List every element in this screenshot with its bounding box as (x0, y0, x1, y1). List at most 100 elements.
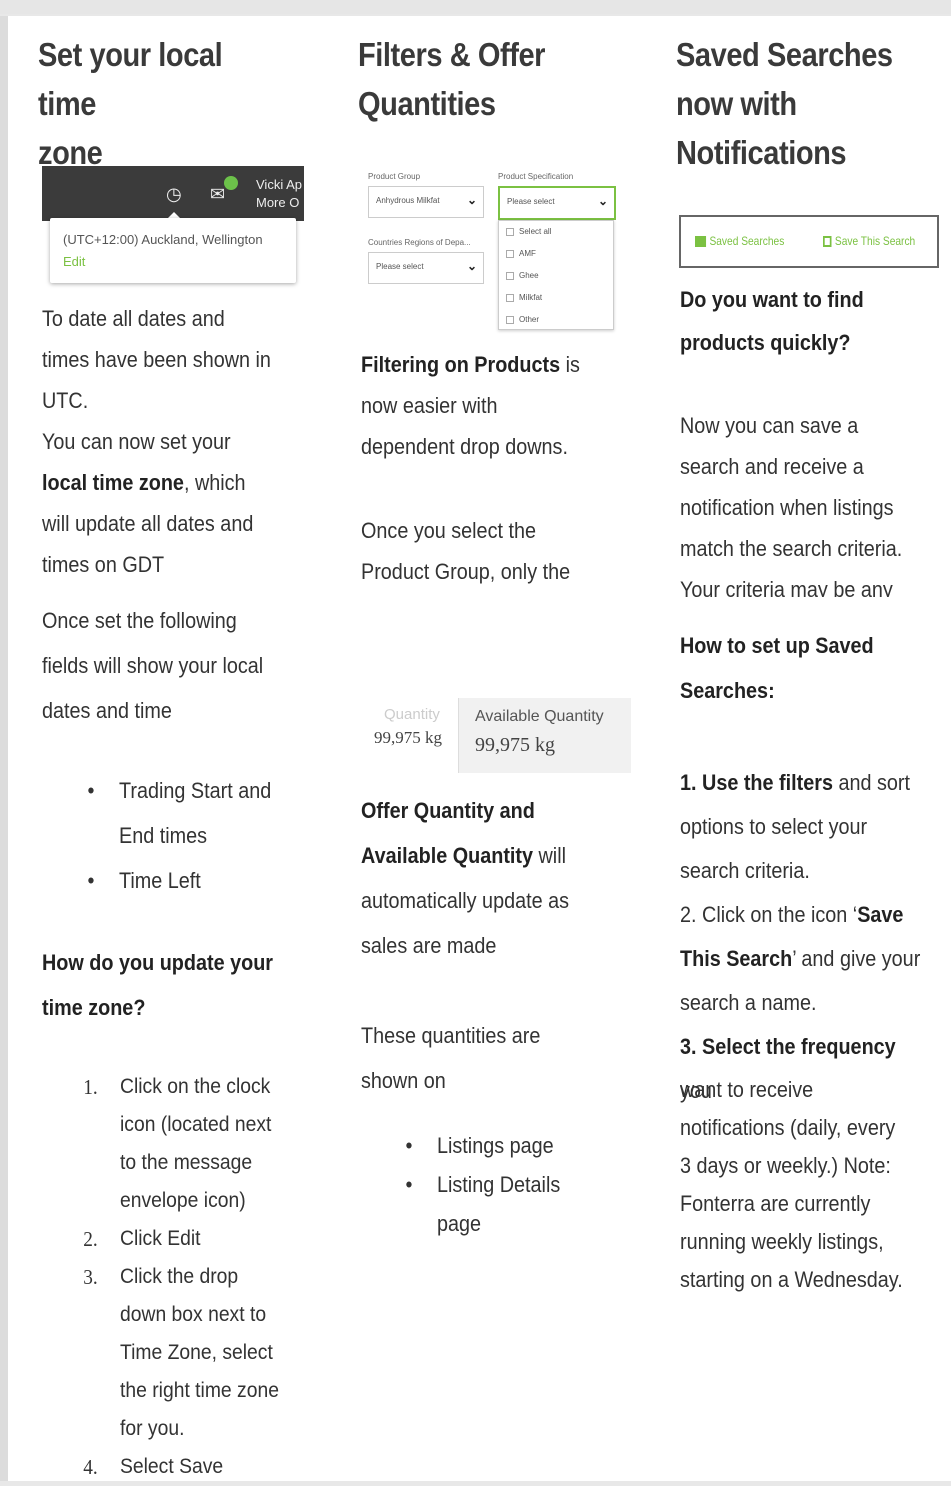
user-name-line: Vicki Ap (256, 177, 303, 192)
text-line: 2. Click on the icon ‘Save (680, 893, 924, 937)
text-line: Your criteria may be any (680, 577, 893, 597)
bold-text: Offer Quantity and (361, 798, 535, 823)
bold-text: This Search (680, 946, 793, 971)
setup-heading: How to set up Saved Searches: (680, 623, 874, 713)
envelope-icon[interactable]: ✉ (210, 184, 225, 205)
text-line: Once you select the (361, 518, 537, 543)
list-item-continuation: page (437, 1204, 560, 1243)
edit-link[interactable]: Edit (63, 254, 85, 269)
product-spec-label: Product Specification (498, 172, 574, 181)
text-span: End times (119, 823, 208, 848)
filter-screenshot: Product Group Anhydrous Milkfat ⌄ Produc… (368, 166, 638, 336)
step-number: 4. (83, 1455, 98, 1479)
countries-select[interactable]: Please select ⌄ (368, 252, 484, 284)
checkbox-icon[interactable] (506, 249, 514, 258)
list-item-continuation: End times (119, 813, 271, 858)
chevron-down-icon: ⌄ (597, 194, 608, 208)
bullet-icon: • (405, 1133, 413, 1158)
dropdown-option[interactable]: Ghee (506, 271, 539, 280)
list-item: • Listing Details (406, 1165, 561, 1204)
available-quantity-cell: Available Quantity 99,975 kg (458, 698, 631, 773)
text-span: Listings page (437, 1133, 554, 1158)
shown-on-paragraph: These quantities are shown on (361, 1013, 540, 1103)
product-spec-select[interactable]: Please select ⌄ (498, 186, 616, 220)
list-item-continuation: the right time zone (120, 1372, 279, 1410)
list-item: 3. Click the drop (83, 1258, 279, 1296)
select-value: Please select (507, 197, 555, 206)
step-number: 1. (83, 1075, 98, 1099)
text-line: shown on (361, 1068, 446, 1093)
title-line: Saved Searches (676, 36, 893, 73)
user-name-line: More O (256, 195, 300, 210)
button-label: Saved Searches (709, 234, 785, 248)
dropdown-option[interactable]: Select all (506, 227, 551, 236)
text-span: envelope icon) (120, 1189, 246, 1212)
text-span: Listing Details (437, 1172, 561, 1197)
text-line: will update all dates and (42, 511, 254, 536)
text-span: Time Left (119, 868, 201, 893)
save-this-search-button[interactable]: Save This Search (823, 234, 915, 248)
intro-paragraph: To date all dates and times have been sh… (42, 298, 271, 585)
option-label: Ghee (519, 271, 539, 280)
saved-searches-button[interactable]: Saved Searches (695, 234, 784, 248)
user-name[interactable]: Vicki Ap More O (256, 176, 302, 212)
setup-steps: 1. Use the filters and sort options to s… (680, 761, 924, 1113)
checkbox-icon[interactable] (506, 227, 514, 236)
text-line: now easier with (361, 393, 498, 418)
timezone-value: (UTC+12:00) Auckland, Wellington (63, 232, 263, 247)
text-line: times on GDT (42, 552, 165, 577)
text-span: 2. Click on the icon ‘ (680, 902, 858, 927)
text-span: ’ and give your (792, 946, 921, 971)
text-line: automatically update as (361, 888, 570, 913)
bold-text: 1. Use the filters (680, 770, 833, 795)
quantity-cell: Quantity 99,975 kg (368, 698, 458, 773)
checkbox-icon[interactable] (506, 271, 514, 280)
list-item-continuation: to the message (120, 1144, 279, 1182)
text-line: search criteria. (680, 858, 810, 883)
select-value: Please select (376, 262, 424, 271)
text-line: These quantities are (361, 1023, 541, 1048)
bold-text: local time zone (42, 470, 184, 495)
list-item-continuation: envelope icon) (120, 1182, 279, 1220)
release-notes-page: Set your local time zone ◷ ✉ Vicki Ap Mo… (8, 16, 951, 1481)
select-value: Anhydrous Milkfat (376, 196, 440, 205)
text-span: Click the drop (120, 1265, 239, 1288)
text-line: Available Quantity will (361, 833, 569, 878)
bullet-icon: • (87, 868, 95, 893)
saved-searches-title: Saved Searches now with Notifications (676, 30, 893, 177)
dropdown-option[interactable]: Milkfat (506, 293, 542, 302)
product-group-paragraph: Once you select the Product Group, only … (361, 510, 570, 592)
text-span: will (533, 843, 567, 868)
list-item: 2. Click Edit (83, 1220, 279, 1258)
text-line: starting on a Wednesday. (680, 1267, 903, 1292)
dropdown-option[interactable]: AMF (506, 249, 536, 258)
top-strip (0, 0, 951, 14)
dropdown-option[interactable]: Other (506, 315, 539, 324)
text-line: running weekly listings, (680, 1229, 884, 1254)
heading-line: How do you update your (42, 950, 274, 975)
text-line: 1. Use the filters and sort (680, 761, 924, 805)
text-span: Time Zone, select (120, 1341, 273, 1364)
heading-line: time zone? (42, 995, 146, 1020)
title-line: Quantities (358, 85, 496, 122)
text-line: dates and time (42, 698, 172, 723)
product-group-select[interactable]: Anhydrous Milkfat ⌄ (368, 186, 484, 218)
checkbox-icon[interactable] (506, 293, 514, 302)
heading-line: products quickly? (680, 330, 851, 355)
list-item-continuation: icon (located next (120, 1106, 279, 1144)
text-line: search a name. (680, 990, 817, 1015)
list-item-continuation: down box next to (120, 1296, 279, 1334)
text-line: To date all dates and (42, 306, 225, 331)
available-quantity-label: Available Quantity (475, 708, 604, 725)
checkbox-icon[interactable] (506, 315, 514, 324)
text-span: to the message (120, 1151, 253, 1174)
list-item: 4. Select Save (83, 1448, 279, 1486)
filtering-paragraph: Filtering on Products is now easier with… (361, 344, 580, 467)
step-number: 3. (83, 1265, 98, 1289)
text-span: Trading Start and (119, 778, 272, 803)
clock-icon[interactable]: ◷ (166, 184, 182, 205)
option-label: Select all (519, 227, 552, 236)
text-span: and sort (832, 770, 911, 795)
text-span: is (560, 352, 580, 377)
option-label: AMF (519, 249, 536, 258)
